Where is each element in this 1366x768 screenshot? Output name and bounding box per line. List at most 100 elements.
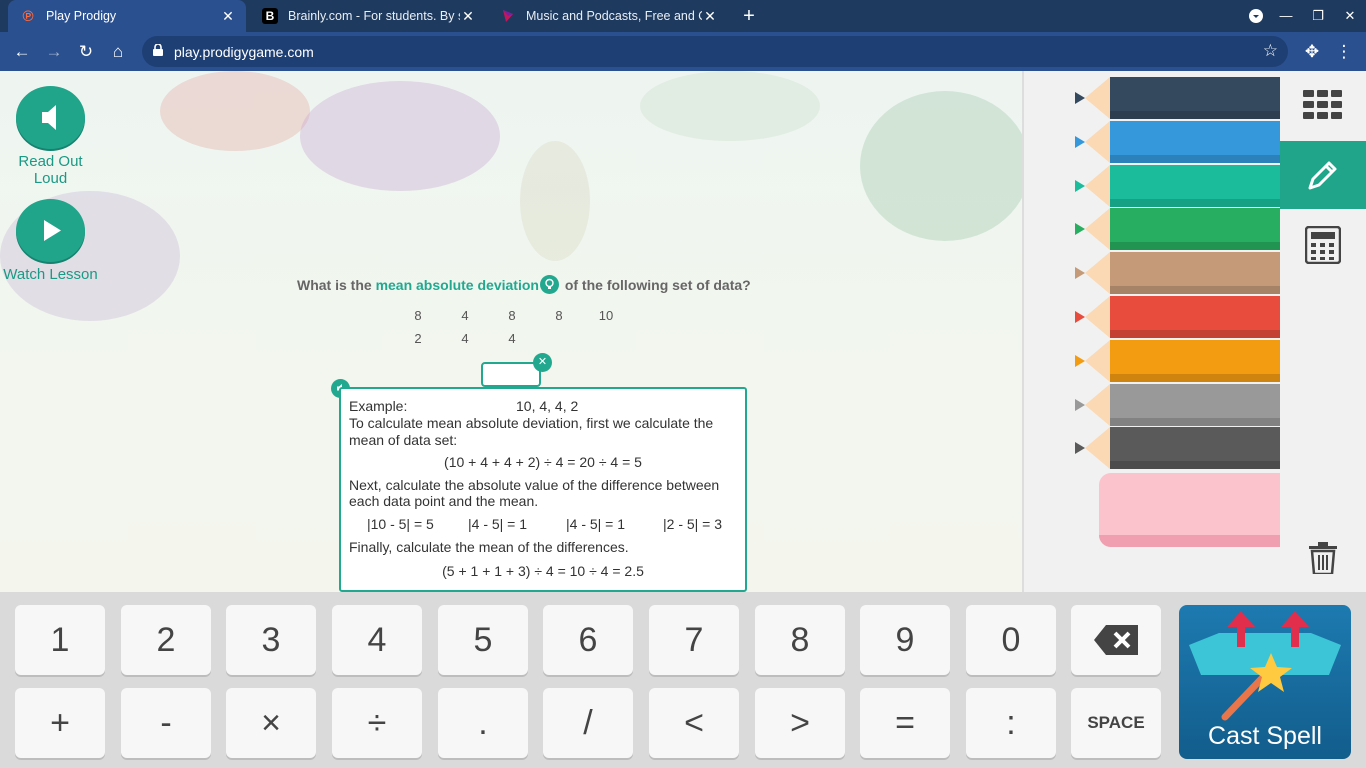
key-equals[interactable]: = xyxy=(860,688,950,758)
background-statue xyxy=(520,141,590,261)
close-example-icon[interactable]: ✕ xyxy=(533,353,552,372)
bookmark-star-icon[interactable]: ☆ xyxy=(1263,41,1278,61)
difference: |4 - 5| = 1 xyxy=(566,516,626,532)
example-line: Finally, calculate the mean of the diffe… xyxy=(349,539,629,555)
pencil-stripe xyxy=(1110,154,1280,163)
difference: |4 - 5| = 1 xyxy=(468,516,528,532)
key-colon[interactable]: : xyxy=(966,688,1056,758)
background-tree xyxy=(860,91,1024,241)
key-plus[interactable]: + xyxy=(15,688,105,758)
pencil-color-3[interactable] xyxy=(1075,164,1280,207)
data-value: 4 xyxy=(461,331,469,346)
pencil-color-9[interactable] xyxy=(1075,427,1280,470)
pencil-color-5[interactable] xyxy=(1075,252,1280,295)
pencil-stripe xyxy=(1110,198,1280,207)
trash-button[interactable] xyxy=(1280,524,1366,592)
read-out-loud-button[interactable] xyxy=(16,86,85,149)
tab-title: Brainly.com - For students. By st xyxy=(288,9,460,23)
lightbulb-hint-icon[interactable] xyxy=(539,275,559,295)
watch-lesson-button[interactable] xyxy=(16,199,85,262)
key-5[interactable]: 5 xyxy=(438,605,528,675)
key-6[interactable]: 6 xyxy=(543,605,633,675)
key-slash[interactable]: / xyxy=(543,688,633,758)
key-multiply[interactable]: × xyxy=(226,688,316,758)
space-key[interactable]: SPACE xyxy=(1071,688,1161,758)
data-value: 2 xyxy=(414,331,422,346)
glossary-term[interactable]: mean absolute deviation xyxy=(376,277,539,293)
reload-icon[interactable]: ↻ xyxy=(72,38,100,66)
key-3[interactable]: 3 xyxy=(226,605,316,675)
example-line: To calculate mean absolute deviation, fi… xyxy=(349,415,714,431)
tab-play-prodigy[interactable]: ℗ Play Prodigy ✕ xyxy=(8,0,246,32)
backspace-key[interactable] xyxy=(1071,605,1161,675)
play-icon xyxy=(44,220,61,241)
pencil-icon xyxy=(1308,161,1337,190)
key-0[interactable]: 0 xyxy=(966,605,1056,675)
magic-wand-icon xyxy=(1189,611,1341,721)
pencil-stripe xyxy=(1110,111,1280,119)
pencil-tip-icon xyxy=(1075,252,1110,295)
key-9[interactable]: 9 xyxy=(860,605,950,675)
home-icon[interactable]: ⌂ xyxy=(104,38,132,66)
pencil-stripe xyxy=(1110,373,1280,382)
close-tab-icon[interactable]: ✕ xyxy=(702,8,718,25)
tab-brainly[interactable]: B Brainly.com - For students. By st ✕ xyxy=(250,0,486,32)
key-decimal[interactable]: . xyxy=(438,688,528,758)
pencil-stripe xyxy=(1110,242,1280,251)
calculator-button[interactable] xyxy=(1280,211,1366,279)
address-bar[interactable]: play.prodigygame.com ☆ xyxy=(142,36,1288,67)
pencil-stripe xyxy=(1110,461,1280,470)
key-1[interactable]: 1 xyxy=(15,605,105,675)
pencil-color-2[interactable] xyxy=(1075,120,1280,163)
pencil-color-6[interactable] xyxy=(1075,296,1280,338)
key-7[interactable]: 7 xyxy=(649,605,739,675)
pencil-tool-button[interactable] xyxy=(1280,141,1366,209)
pencil-color-4[interactable] xyxy=(1075,208,1280,251)
pencil-tip-icon xyxy=(1075,427,1110,470)
key-minus[interactable]: - xyxy=(121,688,211,758)
example-line: Next, calculate the absolute value of th… xyxy=(349,477,720,493)
pencil-tip-icon xyxy=(1075,296,1110,338)
key-greater-than[interactable]: > xyxy=(755,688,845,758)
background-mushroom xyxy=(160,71,310,151)
difference: |10 - 5| = 5 xyxy=(367,516,434,532)
pencil-color-7[interactable] xyxy=(1075,339,1280,382)
answer-input[interactable] xyxy=(481,362,541,387)
data-value: 4 xyxy=(508,331,516,346)
close-tab-icon[interactable]: ✕ xyxy=(460,8,476,25)
data-value: 8 xyxy=(414,308,422,323)
url-text: play.prodigygame.com xyxy=(174,44,314,60)
back-icon[interactable]: ← xyxy=(8,38,36,66)
tab-music-podcasts[interactable]: Music and Podcasts, Free and On ✕ xyxy=(488,0,728,32)
pencil-color-8[interactable] xyxy=(1075,383,1280,426)
pencil-tip-icon xyxy=(1075,120,1110,163)
key-2[interactable]: 2 xyxy=(121,605,211,675)
mean-equation: (10 + 4 + 4 + 2) ÷ 4 = 20 ÷ 4 = 5 xyxy=(444,454,642,470)
data-value: 8 xyxy=(555,308,563,323)
new-tab-icon[interactable]: + xyxy=(738,4,760,28)
extensions-icon[interactable]: ✥ xyxy=(1298,38,1326,66)
minimize-icon[interactable]: — xyxy=(1270,0,1302,32)
tab-search-icon[interactable] xyxy=(1240,0,1272,32)
grid-icon xyxy=(1303,90,1342,119)
data-value: 8 xyxy=(508,308,516,323)
example-line: mean of data set: xyxy=(349,432,458,448)
cast-spell-button[interactable]: Cast Spell xyxy=(1179,605,1351,759)
key-8[interactable]: 8 xyxy=(755,605,845,675)
background-tree xyxy=(300,81,500,191)
eraser-tool[interactable] xyxy=(1099,473,1280,547)
pencil-color-1[interactable] xyxy=(1075,77,1280,119)
close-tab-icon[interactable]: ✕ xyxy=(220,8,236,25)
browser-tab-strip: ℗ Play Prodigy ✕ B Brainly.com - For stu… xyxy=(0,0,1366,32)
pencil-tip-icon xyxy=(1075,208,1110,251)
data-value: 10 xyxy=(598,308,614,323)
tab-title: Music and Podcasts, Free and On xyxy=(526,9,702,23)
grid-menu-button[interactable] xyxy=(1280,71,1366,139)
close-window-icon[interactable]: ✕ xyxy=(1334,0,1366,32)
browser-menu-icon[interactable]: ⋮ xyxy=(1330,38,1358,66)
forward-icon[interactable]: → xyxy=(40,38,68,66)
key-4[interactable]: 4 xyxy=(332,605,422,675)
key-divide[interactable]: ÷ xyxy=(332,688,422,758)
maximize-icon[interactable]: ❐ xyxy=(1302,0,1334,32)
key-less-than[interactable]: < xyxy=(649,688,739,758)
